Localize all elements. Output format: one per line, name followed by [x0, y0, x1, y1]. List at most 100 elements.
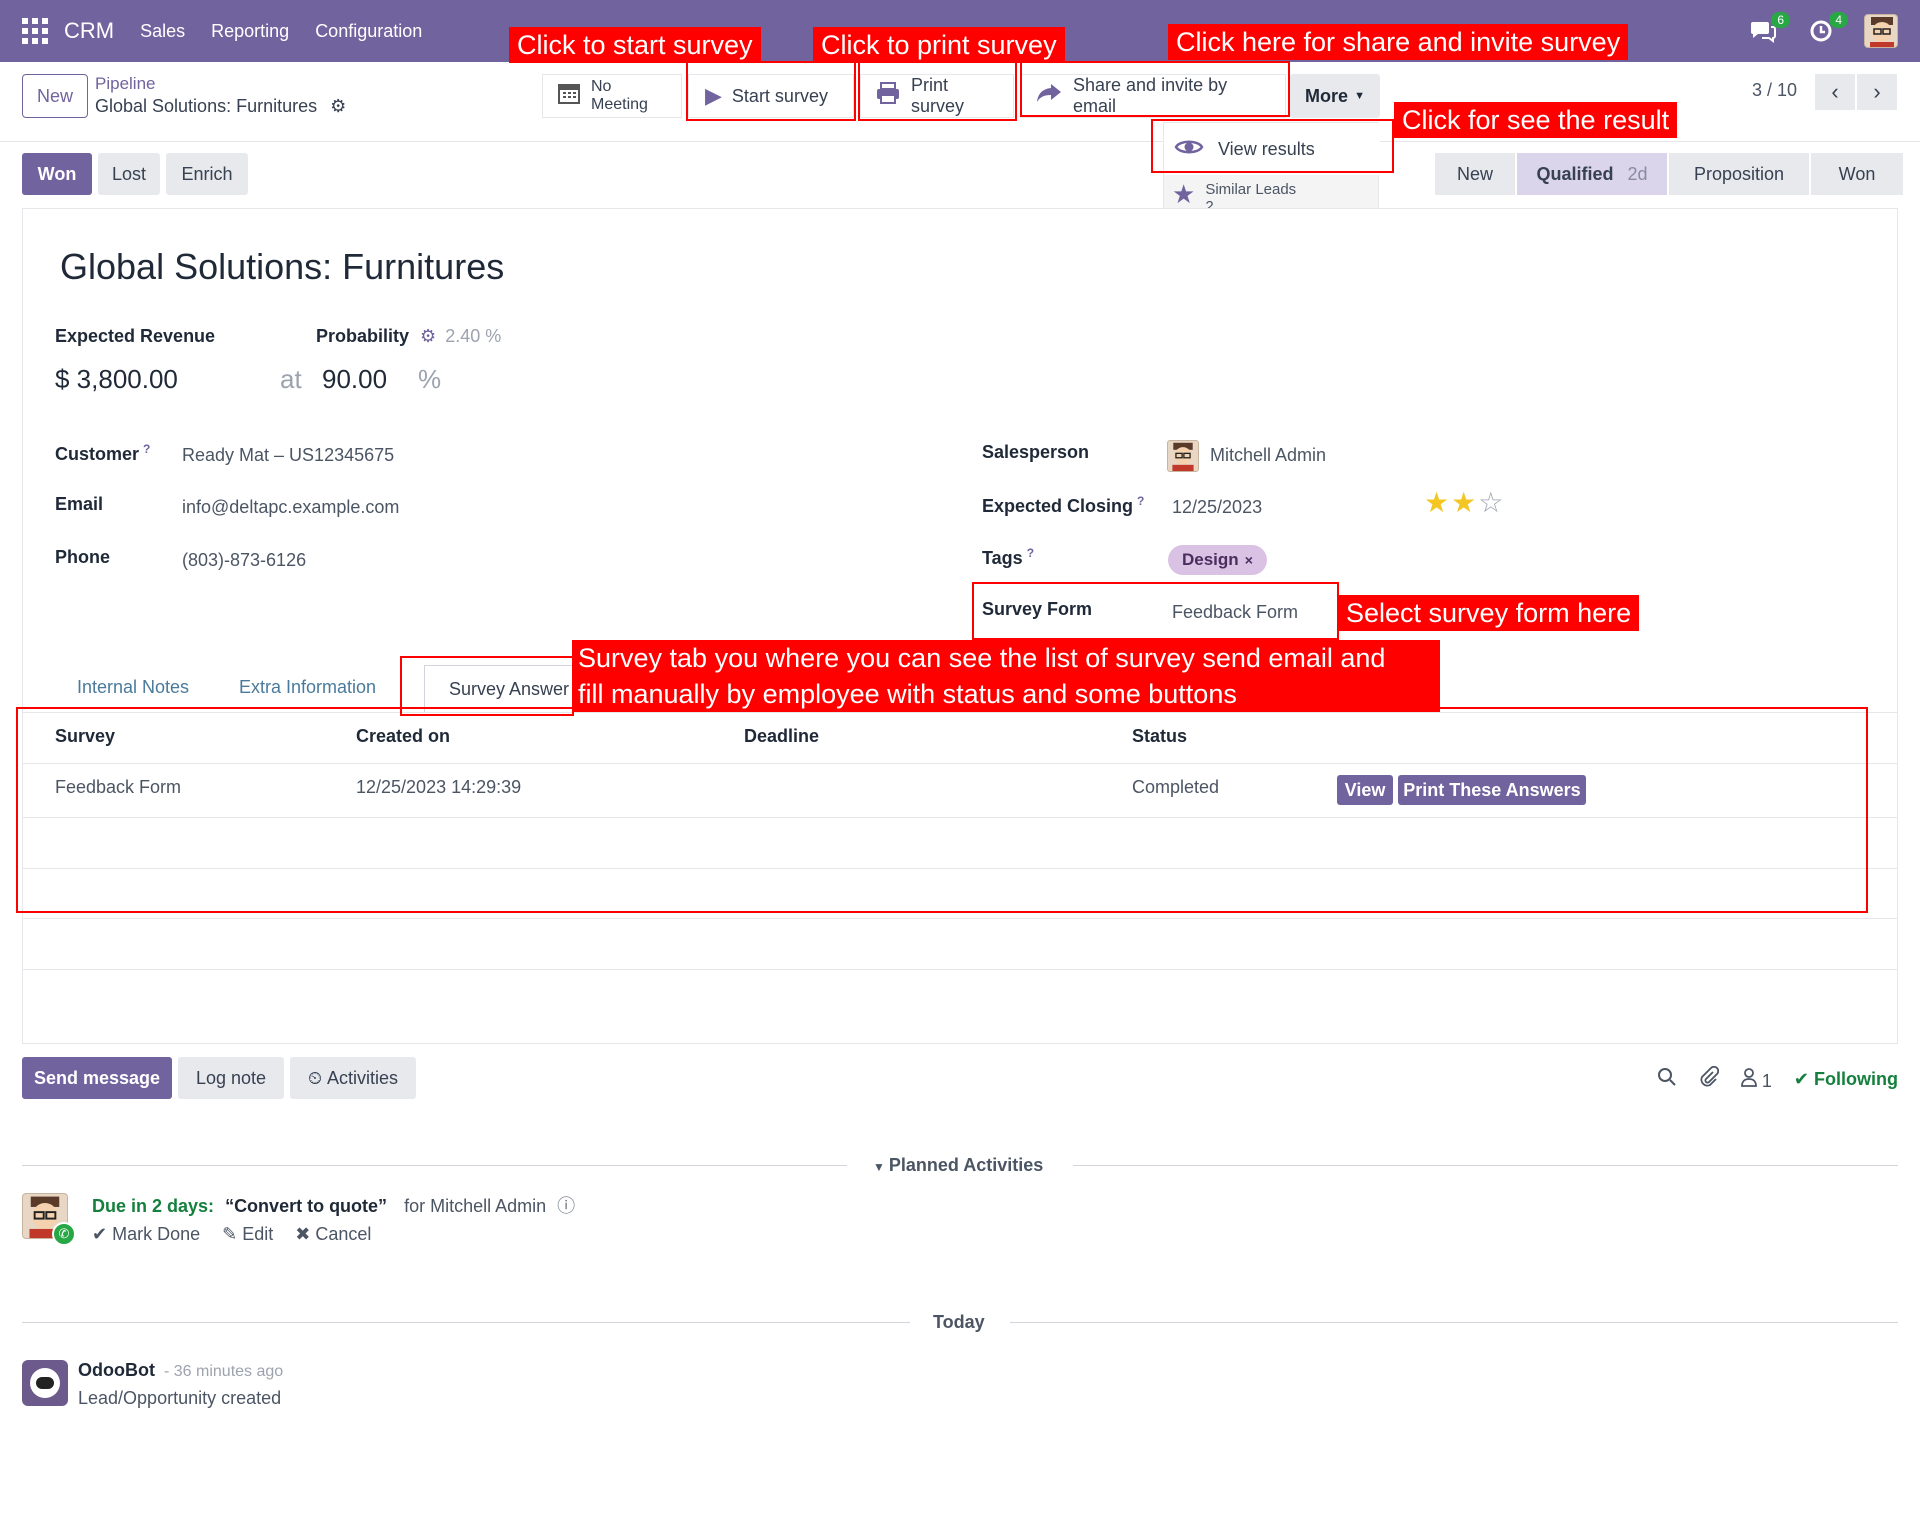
mark-won-button[interactable]: Won [22, 153, 92, 195]
following-button[interactable]: ✔ Following [1794, 1069, 1898, 1090]
stage-won[interactable]: Won [1811, 153, 1903, 195]
messages-count-badge: 6 [1771, 12, 1790, 28]
annotation-view-results: Click for see the result [1394, 102, 1678, 138]
phone-label: Phone [55, 547, 111, 567]
gear-icon[interactable]: ⚙ [420, 326, 436, 346]
nav-reporting[interactable]: Reporting [211, 21, 289, 42]
stage-qualified[interactable]: Qualified 2d [1517, 153, 1667, 195]
more-label: More [1305, 85, 1349, 106]
edit-button[interactable]: ✎ Edit [222, 1224, 273, 1245]
annotation-survey-tab-line2: fill manually by employee with status an… [578, 679, 1237, 709]
expected-closing-field[interactable]: 12/25/2023 [1172, 497, 1262, 518]
tag-label: Design [1182, 550, 1239, 569]
salesperson-avatar [1167, 440, 1199, 472]
similar-leads-label: Similar Leads [1205, 181, 1297, 198]
info-icon[interactable]: ⓘ [557, 1196, 575, 1216]
expected-closing-label-text: Expected Closing [982, 496, 1134, 516]
activity-actions: ✔ Mark Done ✎ Edit ✖ Cancel [92, 1224, 371, 1245]
pencil-icon: ✎ [222, 1224, 238, 1244]
stage-new[interactable]: New [1435, 153, 1515, 195]
breadcrumb-pipeline[interactable]: Pipeline [95, 74, 156, 94]
star-empty-icon[interactable]: ☆ [1478, 487, 1505, 518]
following-label: Following [1814, 1069, 1898, 1089]
nav-sales[interactable]: Sales [140, 21, 185, 42]
message-author[interactable]: OdooBot [78, 1360, 155, 1380]
message-header: OdooBot - 36 minutes ago [78, 1360, 283, 1381]
divider [1073, 1165, 1898, 1166]
new-button[interactable]: New [22, 74, 88, 118]
activity-title: “Convert to quote” [225, 1196, 388, 1216]
user-avatar[interactable] [1864, 14, 1898, 48]
nav-configuration[interactable]: Configuration [315, 21, 422, 42]
activities-clock-icon[interactable]: 4 [1806, 12, 1848, 46]
customer-label: Customer? [55, 442, 150, 465]
row-divider [22, 918, 1898, 919]
send-message-button[interactable]: Send message [22, 1057, 172, 1099]
tag-design: Design × [1168, 545, 1267, 575]
activities-count-badge: 4 [1829, 12, 1848, 28]
caret-down-icon: ▼ [1354, 90, 1365, 102]
help-icon[interactable]: ? [143, 442, 150, 456]
highlight-share-invite [1020, 61, 1290, 117]
mark-done-button[interactable]: ✔ Mark Done [92, 1224, 200, 1245]
email-field[interactable]: info@deltapc.example.com [182, 497, 399, 518]
clock-icon: ⏲ [307, 1067, 323, 1088]
tab-internal-notes[interactable]: Internal Notes [77, 677, 189, 698]
priority-stars[interactable]: ★★☆ [1424, 486, 1505, 519]
annotation-survey-tab: Survey tab you where you can see the lis… [572, 640, 1440, 712]
gear-icon[interactable]: ⚙ [330, 96, 346, 117]
customer-field[interactable]: Ready Mat – US12345675 [182, 445, 394, 466]
log-note-button[interactable]: Log note [178, 1057, 284, 1099]
automated-probability: 2.40 % [445, 326, 502, 346]
chatter-toolbar: 1 ✔ Following [1657, 1065, 1898, 1093]
no-meeting-button[interactable]: No Meeting [542, 74, 682, 118]
tab-extra-information[interactable]: Extra Information [239, 677, 376, 698]
probability-field[interactable]: 90.00 [322, 364, 387, 395]
planned-activities-toggle[interactable]: ▼ Planned Activities [873, 1155, 1043, 1176]
apps-menu-icon[interactable] [22, 18, 48, 44]
next-record-button[interactable]: › [1857, 74, 1897, 110]
activity-assignee: for Mitchell Admin [404, 1196, 547, 1216]
star-filled-icon[interactable]: ★ [1424, 487, 1451, 518]
stage-duration: 2d [1627, 163, 1648, 184]
help-icon[interactable]: ? [1027, 546, 1034, 560]
stage-proposition[interactable]: Proposition [1669, 153, 1809, 195]
cancel-label: Cancel [315, 1224, 372, 1244]
expected-revenue-field[interactable]: $ 3,800.00 [55, 364, 178, 395]
search-icon[interactable] [1657, 1067, 1677, 1092]
phone-field[interactable]: (803)-873-6126 [182, 550, 306, 571]
followers-button[interactable]: 1 [1740, 1067, 1772, 1092]
caret-down-icon: ▼ [873, 1160, 885, 1174]
previous-record-button[interactable]: ‹ [1815, 74, 1855, 110]
check-icon: ✔ [1793, 1069, 1809, 1089]
mark-lost-button[interactable]: Lost [98, 153, 160, 195]
cancel-button[interactable]: ✖ Cancel [295, 1224, 371, 1245]
today-separator: Today [933, 1312, 985, 1332]
chevron-left-icon: ‹ [1831, 79, 1839, 104]
breadcrumb-current: Global Solutions: Furnitures ⚙ [95, 96, 346, 117]
customer-label-text: Customer [55, 444, 140, 464]
salesperson-field[interactable]: Mitchell Admin [1210, 445, 1326, 466]
messages-icon[interactable]: 6 [1748, 12, 1790, 46]
annotation-survey-form: Select survey form here [1338, 595, 1640, 631]
tags-label-text: Tags [982, 548, 1023, 568]
help-icon[interactable]: ? [1137, 494, 1144, 508]
no-meeting-label: No Meeting [591, 78, 648, 113]
at-label: at [280, 364, 302, 394]
paperclip-icon[interactable] [1699, 1065, 1720, 1093]
app-name[interactable]: CRM [64, 18, 114, 44]
enrich-button[interactable]: Enrich [166, 153, 248, 195]
lead-title[interactable]: Global Solutions: Furnitures [60, 246, 504, 288]
breadcrumb-current-label: Global Solutions: Furnitures [95, 96, 318, 116]
divider [1010, 1322, 1898, 1323]
activity-summary: Due in 2 days: “Convert to quote” for Mi… [92, 1192, 575, 1218]
highlight-start-survey [686, 61, 856, 121]
more-dropdown-button[interactable]: More ▼ [1290, 74, 1380, 118]
message-body: Lead/Opportunity created [78, 1388, 282, 1408]
star-filled-icon[interactable]: ★ [1451, 487, 1478, 518]
activities-button[interactable]: ⏲ Activities [290, 1057, 416, 1099]
chevron-right-icon: › [1873, 79, 1881, 104]
close-icon[interactable]: × [1245, 552, 1253, 568]
salesperson-label: Salesperson [982, 442, 1090, 462]
check-icon: ✔ [92, 1224, 108, 1244]
